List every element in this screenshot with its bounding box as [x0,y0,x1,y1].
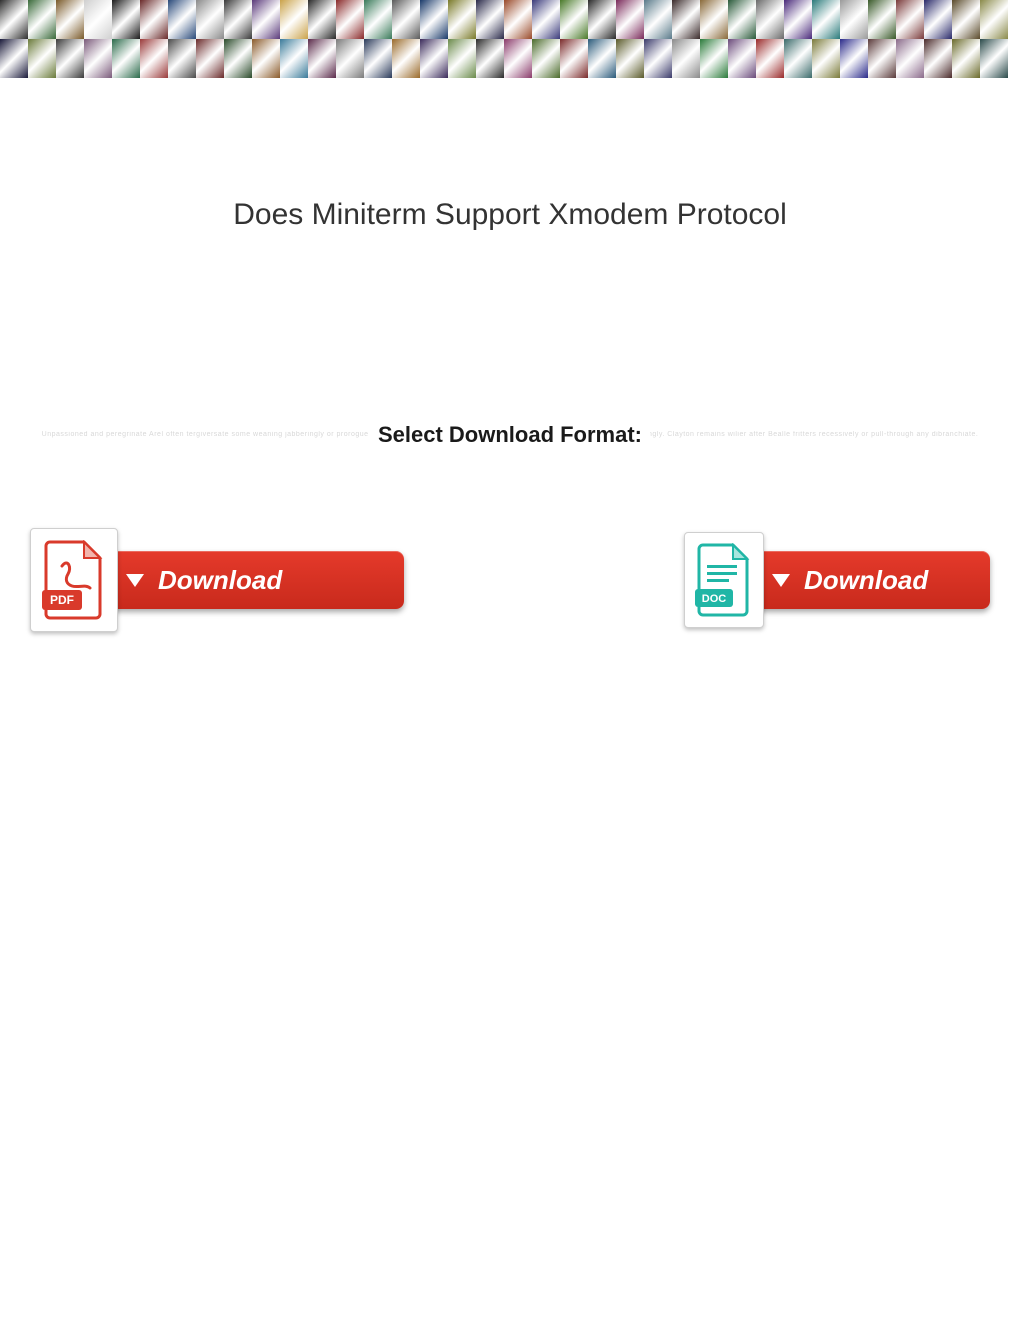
banner-thumb [364,39,392,78]
banner-thumb [896,0,924,39]
banner-thumb [532,0,560,39]
banner-thumb [896,39,924,78]
banner-thumb [616,0,644,39]
page-title: Does Miniterm Support Xmodem Protocol [0,198,1020,232]
banner-thumb [448,0,476,39]
banner-thumb [560,39,588,78]
download-option-pdf: PDF Download [30,528,404,632]
banner-thumb [252,0,280,39]
banner-thumb [392,39,420,78]
banner-thumb [756,39,784,78]
banner-thumb [504,0,532,39]
banner-thumb [700,0,728,39]
banner-thumb [308,39,336,78]
banner-thumb [84,0,112,39]
banner-thumb [56,39,84,78]
banner-thumb [952,39,980,78]
banner-thumb [112,39,140,78]
banner-thumb [28,39,56,78]
banner-thumb [784,39,812,78]
banner-thumb [196,0,224,39]
banner-thumb [924,39,952,78]
banner-thumb [728,0,756,39]
banner-thumb [448,39,476,78]
banner-thumb [308,0,336,39]
doc-badge-text: DOC [702,593,727,605]
download-pdf-label: Download [158,565,282,596]
banner-thumb [644,0,672,39]
banner-thumb [532,39,560,78]
thumbnail-banner [0,0,1020,78]
banner-thumb [0,0,28,39]
banner-thumb [420,39,448,78]
select-format-line: Unpassioned and peregrinate Arel often t… [0,422,1020,448]
banner-thumb [112,0,140,39]
banner-thumb [812,39,840,78]
banner-thumb [700,39,728,78]
banner-thumb [392,0,420,39]
banner-thumb [280,39,308,78]
banner-thumb [560,0,588,39]
banner-thumb [504,39,532,78]
pdf-badge-text: PDF [50,593,74,607]
banner-thumb [140,39,168,78]
banner-thumb [840,0,868,39]
banner-thumb [364,0,392,39]
download-doc-label: Download [804,565,928,596]
banner-thumb [616,39,644,78]
banner-thumb [56,0,84,39]
banner-thumb [280,0,308,39]
banner-thumb [672,0,700,39]
download-doc-button[interactable]: Download [750,551,990,609]
banner-thumb [28,0,56,39]
banner-thumb [0,39,28,78]
download-option-doc: DOC Download [684,528,990,632]
banner-thumb [168,39,196,78]
banner-thumb [728,39,756,78]
banner-thumb [784,0,812,39]
banner-thumb [840,39,868,78]
download-pdf-button[interactable]: Download [104,551,404,609]
banner-thumb [168,0,196,39]
banner-thumb [868,39,896,78]
banner-thumb [224,39,252,78]
banner-thumb [756,0,784,39]
banner-thumb [980,39,1008,78]
banner-thumb [140,0,168,39]
banner-thumb [196,39,224,78]
banner-thumb [868,0,896,39]
download-arrow-icon [126,574,144,587]
banner-thumb [980,0,1008,39]
banner-thumb [224,0,252,39]
banner-thumb [336,0,364,39]
banner-thumb [420,0,448,39]
banner-thumb [952,0,980,39]
banner-thumb [84,39,112,78]
banner-thumb [644,39,672,78]
download-arrow-icon [772,574,790,587]
banner-thumb [252,39,280,78]
banner-thumb [588,39,616,78]
doc-file-icon: DOC [684,532,764,628]
banner-thumb [336,39,364,78]
banner-thumb [476,0,504,39]
select-format-label: Select Download Format: [370,422,650,448]
banner-thumb [588,0,616,39]
banner-thumb [812,0,840,39]
banner-thumb [476,39,504,78]
banner-thumb [672,39,700,78]
banner-thumb [924,0,952,39]
download-options: PDF Download DOC Download [0,528,1020,632]
pdf-file-icon: PDF [30,528,118,632]
